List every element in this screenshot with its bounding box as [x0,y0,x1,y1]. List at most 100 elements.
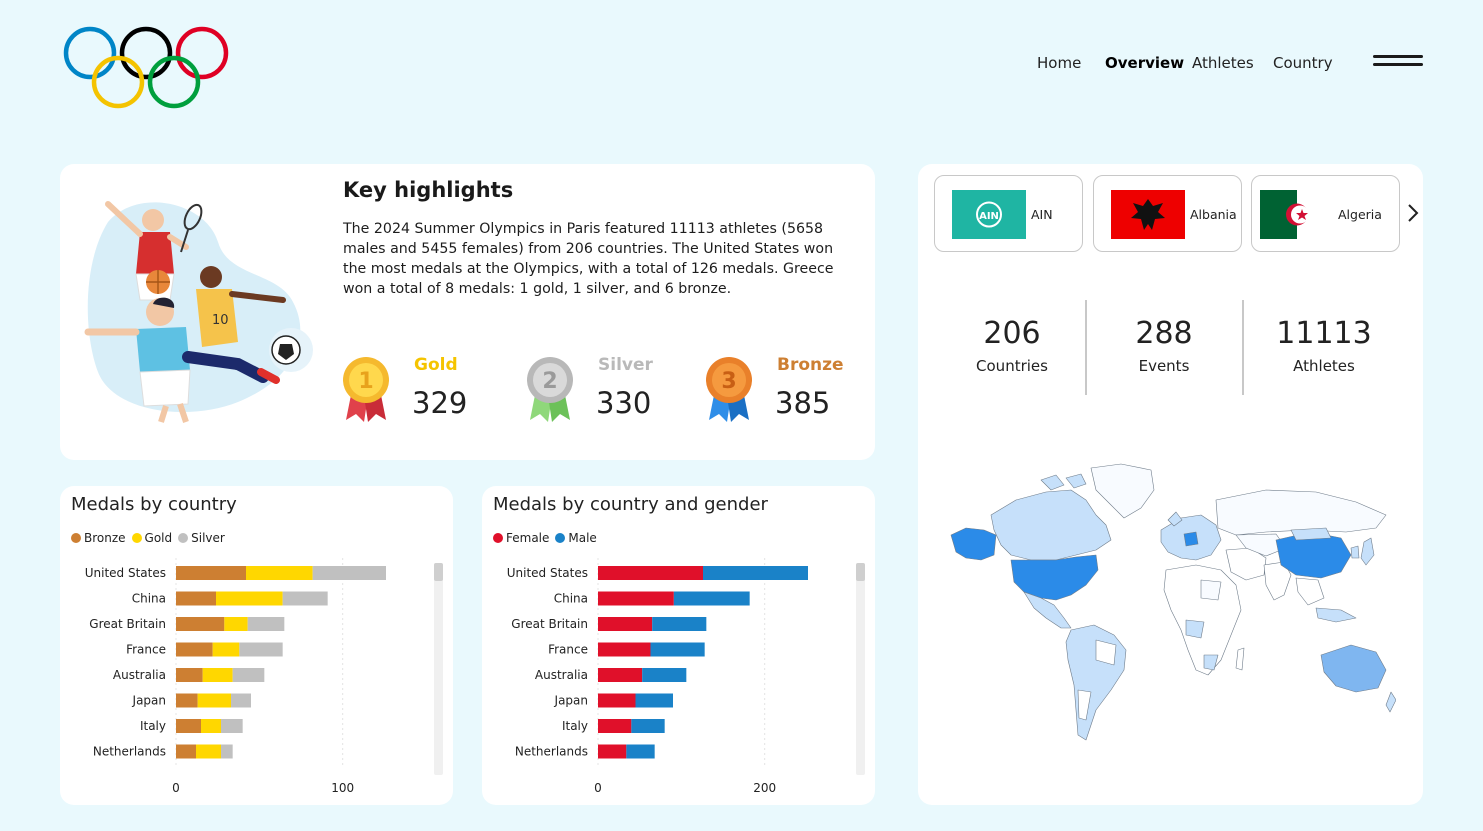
countries-card: AIN AIN Albania Algeria 206 Countries 28… [918,164,1423,805]
map-region-se-asia [1295,577,1325,606]
gold-count: 329 [412,386,468,420]
bar-segment[interactable] [239,642,283,657]
category-label: China [554,592,588,606]
bar-segment[interactable] [652,617,707,631]
bar-segment[interactable] [232,668,265,682]
bar-segment[interactable] [221,719,243,733]
bar-segment[interactable] [598,617,653,631]
category-label: Netherlands [93,745,166,759]
category-label: Australia [113,668,166,682]
medals-by-gender-card: Medals by country and gender Female Male… [482,486,875,805]
legend-item: Gold [131,531,172,545]
bar-segment[interactable] [221,744,233,759]
bar-segment[interactable] [642,668,687,682]
bar-segment[interactable] [598,719,632,733]
country-label: AIN [1031,207,1053,222]
bar-segment[interactable] [176,668,203,682]
country-card-albania[interactable]: Albania [1093,175,1242,252]
bar-segment[interactable] [231,693,251,708]
bar-segment[interactable] [673,591,750,606]
bar-segment[interactable] [176,693,198,708]
bar-segment[interactable] [176,617,225,631]
scrollbar-thumb[interactable] [856,563,865,581]
bar-segment[interactable] [176,591,216,606]
bar-segment[interactable] [246,566,313,580]
bar-segment[interactable] [650,642,705,657]
bar-segment[interactable] [626,744,655,759]
bar-segment[interactable] [312,566,386,580]
bar-segment[interactable] [202,668,233,682]
bar-segment[interactable] [631,719,665,733]
category-label: Japan [132,694,166,708]
stat-value: 288 [1135,316,1193,351]
bar-segment[interactable] [196,744,221,759]
legend-item: Male [555,531,597,545]
nav-athletes[interactable]: Athletes [1192,54,1254,72]
gold-medal-number: 1 [358,369,373,394]
country-card-ain[interactable]: AIN AIN [934,175,1083,252]
medals-by-gender-chart: United States China Great Britain France Aus… [507,558,808,795]
country-label: Albania [1190,207,1237,222]
country-label: Algeria [1338,207,1382,222]
legend-item: Female [493,531,549,545]
bar-segment[interactable] [216,591,283,606]
bronze-label: Bronze [777,355,844,375]
country-card-algeria[interactable]: Algeria [1251,175,1400,252]
key-highlights-text: The 2024 Summer Olympics in Paris featur… [343,221,834,297]
bar-segment[interactable] [201,719,221,733]
key-highlights-title: Key highlights [343,178,514,202]
chart-scrollbar[interactable] [856,563,865,775]
menu-icon[interactable] [1373,55,1423,69]
divider [1085,300,1087,395]
nav-country[interactable]: Country [1273,54,1333,72]
silver-label: Silver [598,355,653,375]
legend-swatch [71,533,81,543]
chart-legend: Bronze Gold Silver [71,531,231,545]
bar-segment[interactable] [197,693,231,708]
stat-value: 206 [983,316,1041,351]
bar-segment[interactable] [598,744,627,759]
silver-count: 330 [596,386,652,420]
chart-title: Medals by country [71,494,237,515]
legend-swatch [178,533,189,543]
bar-segment[interactable] [598,591,674,606]
silver-medal-number: 2 [542,369,557,394]
legend-label: Silver [191,531,225,545]
bar-segment[interactable] [224,617,248,631]
olympic-rings-logo [63,26,229,109]
chart-scrollbar[interactable] [434,563,443,775]
map-region-russia [1215,489,1387,536]
nav-home[interactable]: Home [1037,54,1081,72]
world-medals-map[interactable] [946,460,1396,750]
category-label: China [132,592,166,606]
bronze-medal-stat: 3 Bronze 385 [705,352,855,428]
nav-overview[interactable]: Overview [1105,54,1184,72]
map-region-japan [1360,537,1375,566]
scrollbar-thumb[interactable] [434,563,443,581]
bar-segment[interactable] [598,642,651,657]
bar-segment[interactable] [703,566,808,580]
bar-segment[interactable] [176,642,213,657]
bar-segment[interactable] [176,719,201,733]
bar-segment[interactable] [598,693,636,708]
map-region-canada [990,489,1112,561]
stat-countries: 206 Countries [937,316,1087,375]
bar-segment[interactable] [176,566,246,580]
category-label: Great Britain [89,617,166,631]
bar-segment[interactable] [212,642,240,657]
divider [1242,300,1244,395]
bar-segment[interactable] [176,744,196,759]
key-highlights-card: 10 Key highlights The 2024 Summer Olympi… [60,164,875,460]
bar-segment[interactable] [598,566,703,580]
bar-segment[interactable] [598,668,643,682]
bar-segment[interactable] [282,591,328,606]
chevron-right-icon[interactable] [1406,202,1420,224]
map-region-australia [1320,644,1387,693]
bar-segment[interactable] [635,693,674,708]
chart-legend: Female Male [493,531,603,545]
category-label: France [126,643,166,657]
category-label: Italy [562,719,588,733]
category-label: Australia [535,668,588,682]
bronze-medal-icon: 3 [706,357,752,422]
bar-segment[interactable] [247,617,285,631]
